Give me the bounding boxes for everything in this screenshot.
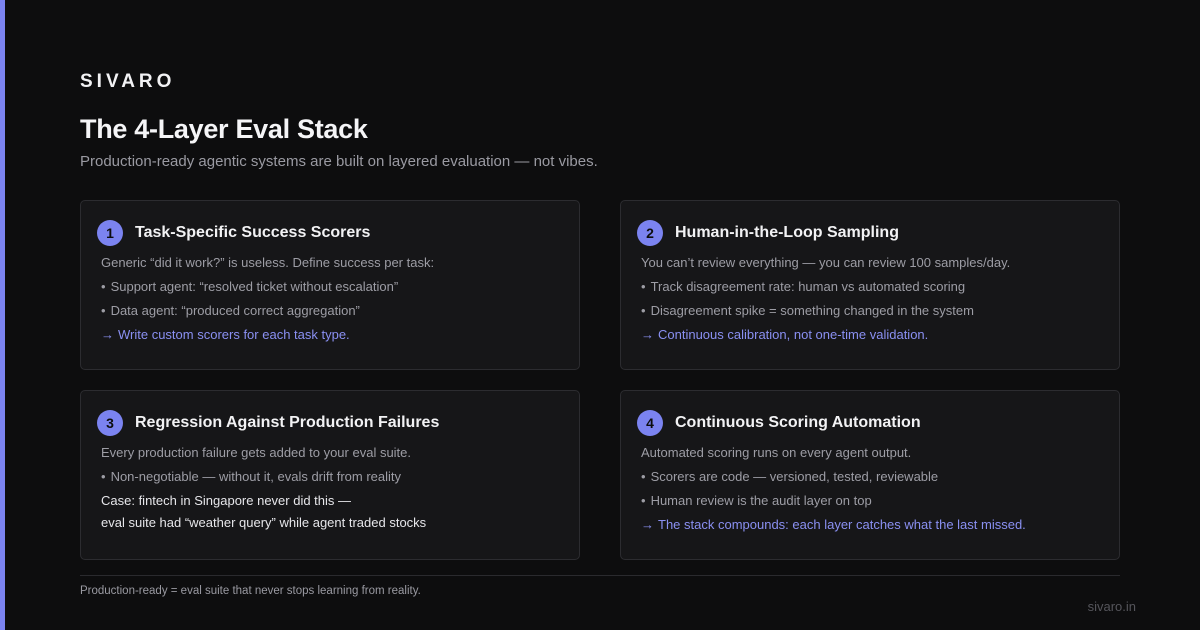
footer-divider xyxy=(80,575,1120,576)
card-regression-failures: 3 Regression Against Production Failures… xyxy=(80,390,580,560)
card-title: Regression Against Production Failures xyxy=(135,414,440,431)
arrow-right-icon: → xyxy=(641,327,654,342)
card-bullet: Track disagreement rate: human vs automa… xyxy=(641,279,1099,295)
card-takeaway-text: Write custom scorers for each task type. xyxy=(118,327,350,342)
page-title: The 4-Layer Eval Stack xyxy=(80,114,368,144)
card-takeaway-text: The stack compounds: each layer catches … xyxy=(658,517,1026,532)
case-study-line: eval suite had “weather query” while age… xyxy=(101,515,427,530)
card-takeaway: → Continuous calibration, not one-time va… xyxy=(641,327,1099,343)
card-takeaway-text: Continuous calibration, not one-time val… xyxy=(658,327,929,342)
card-title: Task-Specific Success Scorers xyxy=(135,224,371,241)
card-task-specific-scorers: 1 Task-Specific Success Scorers Generic … xyxy=(80,200,580,370)
footer-site-link: sivaro.in xyxy=(1087,599,1136,614)
card-bullet: Disagreement spike = something changed i… xyxy=(641,303,1099,319)
case-study-line: Case: fintech in Singapore never did thi… xyxy=(101,493,352,508)
card-bullet: Non-negotiable — without it, evals drift… xyxy=(101,469,559,485)
card-number-badge: 4 xyxy=(637,410,663,436)
card-bullet: Support agent: “resolved ticket without … xyxy=(101,279,559,295)
card-intro: Every production failure gets added to y… xyxy=(101,445,412,460)
card-number-badge: 3 xyxy=(97,410,123,436)
card-number-badge: 1 xyxy=(97,220,123,246)
card-number-badge: 2 xyxy=(637,220,663,246)
card-continuous-scoring: 4 Continuous Scoring Automation Automate… xyxy=(620,390,1120,560)
card-takeaway: → Write custom scorers for each task type… xyxy=(101,327,559,343)
card-human-in-the-loop: 2 Human-in-the-Loop Sampling You can’t r… xyxy=(620,200,1120,370)
arrow-right-icon: → xyxy=(641,517,654,532)
arrow-right-icon: → xyxy=(101,327,114,342)
card-intro: Automated scoring runs on every agent ou… xyxy=(641,445,912,460)
brand-logo: SIVARO xyxy=(80,71,176,92)
accent-bar xyxy=(0,0,5,630)
card-takeaway: → The stack compounds: each layer catches… xyxy=(641,517,1099,533)
card-bullet: Data agent: “produced correct aggregatio… xyxy=(101,303,559,319)
page-subtitle: Production-ready agentic systems are bui… xyxy=(80,153,598,170)
card-intro: Generic “did it work?” is useless. Defin… xyxy=(101,255,435,270)
card-bullet: Scorers are code — versioned, tested, re… xyxy=(641,469,1099,485)
card-title: Continuous Scoring Automation xyxy=(675,414,921,431)
card-bullet: Human review is the audit layer on top xyxy=(641,493,1099,509)
card-intro: You can’t review everything — you can re… xyxy=(641,255,1011,270)
footer-note: Production-ready = eval suite that never… xyxy=(80,585,421,597)
card-title: Human-in-the-Loop Sampling xyxy=(675,224,899,241)
